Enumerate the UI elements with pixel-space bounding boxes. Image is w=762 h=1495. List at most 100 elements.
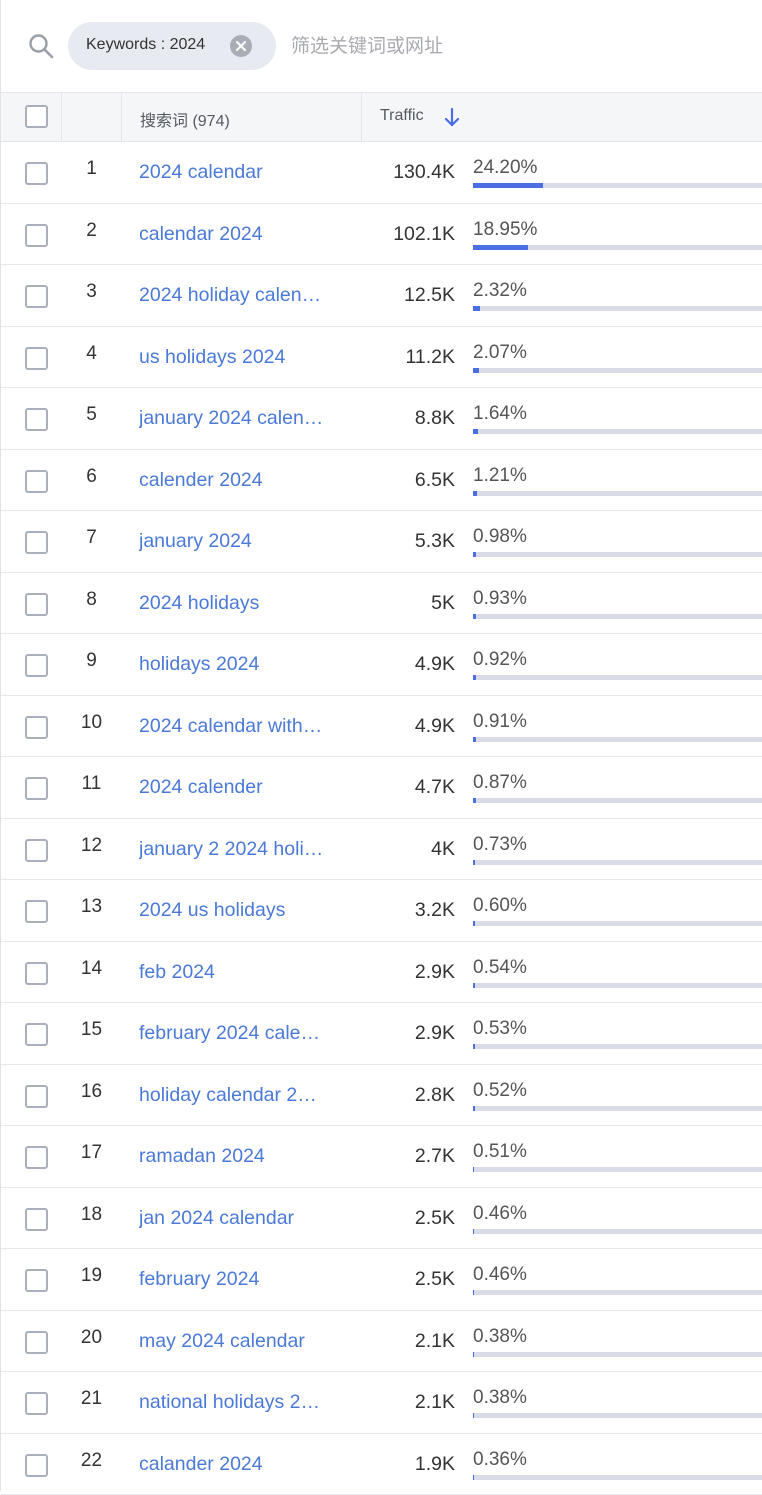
traffic-share-bar-fill [473,1229,474,1234]
traffic-share-bar-fill [473,183,543,188]
rank-cell: 8 [63,589,120,611]
keyword-link[interactable]: national holidays 2… [139,1391,334,1414]
traffic-share-bar [473,798,762,803]
rank-cell: 10 [63,712,120,734]
header-keyword[interactable]: 搜索词 (974) [140,107,230,131]
row-checkbox[interactable] [25,593,48,616]
traffic-share-bar-fill [473,306,480,311]
row-checkbox[interactable] [25,962,48,985]
row-checkbox[interactable] [25,1269,48,1292]
keyword-link[interactable]: february 2024 cale… [139,1022,334,1045]
traffic-cell: 1.9K [361,1453,455,1476]
rank-cell: 18 [63,1204,120,1226]
keyword-link[interactable]: calander 2024 [139,1453,334,1476]
keyword-link[interactable]: 2024 us holidays [139,899,334,922]
filter-chip-keywords[interactable]: Keywords : 2024 [68,22,276,70]
row-checkbox[interactable] [25,1146,48,1169]
keyword-link[interactable]: february 2024 [139,1268,334,1291]
keyword-link[interactable]: january 2024 [139,530,334,553]
row-checkbox[interactable] [25,470,48,493]
row-checkbox[interactable] [25,900,48,923]
table-row: 5january 2024 calen…8.8K1.64% [1,388,762,450]
keyword-link[interactable]: calendar 2024 [139,223,334,246]
keyword-link[interactable]: january 2024 calen… [139,407,334,430]
rank-cell: 13 [63,896,120,918]
keyword-link[interactable]: holidays 2024 [139,653,334,676]
traffic-share-cell: 0.52% [473,1080,527,1102]
row-checkbox[interactable] [25,1023,48,1046]
row-checkbox[interactable] [25,224,48,247]
traffic-share-bar-fill [473,1106,475,1111]
keyword-link[interactable]: 2024 calender [139,776,334,799]
rank-cell: 4 [63,343,120,365]
traffic-share-bar [473,1290,762,1295]
rank-cell: 15 [63,1019,120,1041]
row-checkbox[interactable] [25,1331,48,1354]
row-checkbox[interactable] [25,162,48,185]
row-checkbox[interactable] [25,654,48,677]
keyword-link[interactable]: 2024 holidays [139,592,334,615]
row-checkbox[interactable] [25,716,48,739]
traffic-cell: 102.1K [361,223,455,246]
traffic-cell: 8.8K [361,407,455,430]
keyword-link[interactable]: calender 2024 [139,469,334,492]
traffic-cell: 4K [361,838,455,861]
row-checkbox[interactable] [25,1208,48,1231]
keyword-link[interactable]: us holidays 2024 [139,346,334,369]
keyword-link[interactable]: jan 2024 calendar [139,1207,334,1230]
traffic-cell: 3.2K [361,899,455,922]
row-checkbox[interactable] [25,1454,48,1477]
traffic-cell: 2.5K [361,1268,455,1291]
row-checkbox[interactable] [25,531,48,554]
rank-cell: 7 [63,527,120,549]
traffic-share-bar [473,921,762,926]
table-row: 18jan 2024 calendar2.5K0.46% [1,1188,762,1250]
traffic-cell: 2.9K [361,961,455,984]
close-circle-icon[interactable] [229,34,253,58]
traffic-share-bar [473,368,762,373]
row-checkbox[interactable] [25,777,48,800]
traffic-share-cell: 0.60% [473,895,527,917]
keyword-link[interactable]: 2024 calendar with… [139,715,334,738]
traffic-share-cell: 24.20% [473,157,537,179]
traffic-share-bar-fill [473,737,476,742]
keyword-link[interactable]: january 2 2024 holi… [139,838,334,861]
traffic-share-cell: 0.87% [473,772,527,794]
keyword-link[interactable]: ramadan 2024 [139,1145,334,1168]
row-checkbox[interactable] [25,1085,48,1108]
filter-bar: Keywords : 2024 [1,0,762,92]
rank-cell: 3 [63,281,120,303]
rank-cell: 2 [63,220,120,242]
table-row: 17ramadan 20242.7K0.51% [1,1126,762,1188]
traffic-share-cell: 2.07% [473,342,527,364]
table-row: 12january 2 2024 holi…4K0.73% [1,819,762,881]
filter-input[interactable] [291,28,591,64]
search-icon[interactable] [27,32,55,60]
arrow-down-icon[interactable] [442,106,462,128]
rank-cell: 14 [63,958,120,980]
keyword-link[interactable]: 2024 holiday calen… [139,284,334,307]
header-traffic[interactable]: Traffic [380,107,424,125]
row-checkbox[interactable] [25,1392,48,1415]
traffic-cell: 4.7K [361,776,455,799]
row-checkbox[interactable] [25,408,48,431]
row-checkbox[interactable] [25,285,48,308]
traffic-share-bar [473,1352,762,1357]
column-divider[interactable] [361,93,362,141]
column-divider [61,93,62,141]
table-header: 搜索词 (974) Traffic [1,92,762,142]
row-checkbox[interactable] [25,839,48,862]
rank-cell: 11 [63,773,120,795]
traffic-share-bar [473,552,762,557]
row-checkbox[interactable] [25,347,48,370]
select-all-checkbox[interactable] [25,105,48,128]
keyword-link[interactable]: 2024 calendar [139,161,334,184]
keyword-link[interactable]: holiday calendar 2… [139,1084,334,1107]
keyword-link[interactable]: feb 2024 [139,961,334,984]
table-row: 21national holidays 2…2.1K0.38% [1,1372,762,1434]
keyword-link[interactable]: may 2024 calendar [139,1330,334,1353]
traffic-share-bar [473,1475,762,1480]
traffic-share-cell: 0.53% [473,1018,527,1040]
traffic-cell: 2.1K [361,1391,455,1414]
traffic-share-bar-fill [473,614,476,619]
